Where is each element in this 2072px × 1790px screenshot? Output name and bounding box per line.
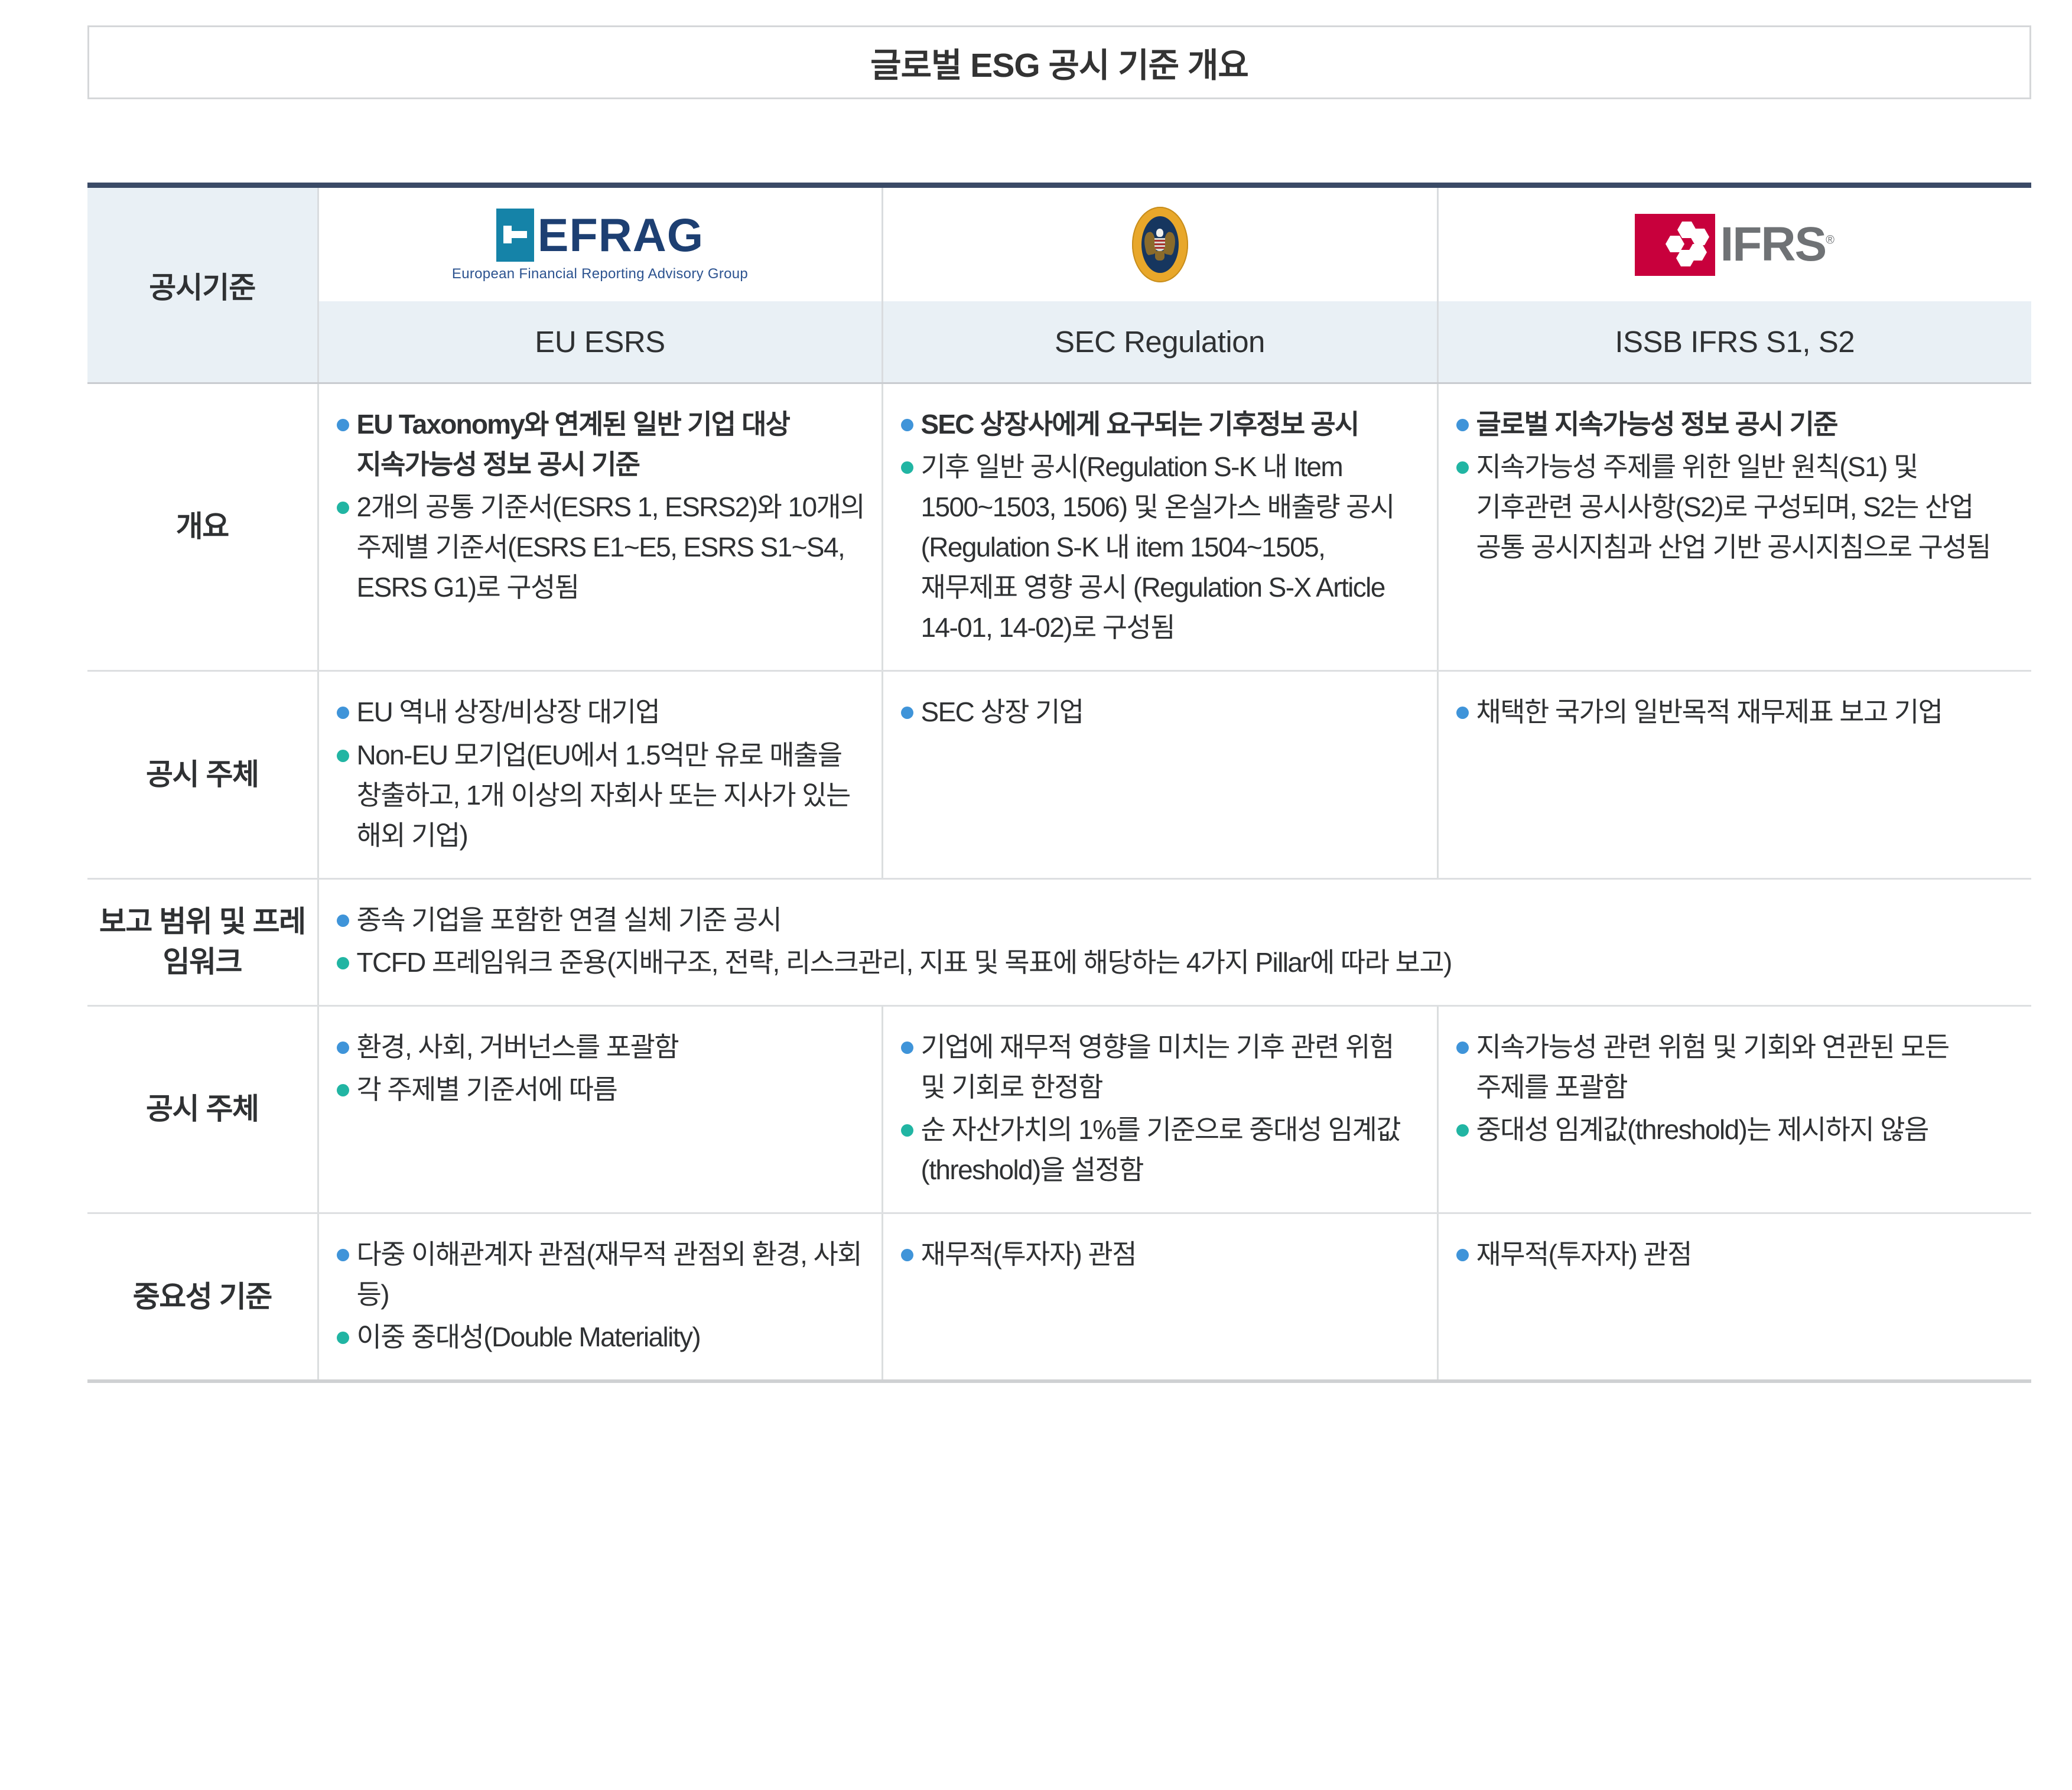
bullet-list: 재무적(투자자) 관점 [1453,1234,2016,1274]
ifrs-logo: IFRS® [1439,188,2032,301]
corner-header-label: 공시기준 [149,271,256,304]
bullet-list: 다중 이해관계자 관점(재무적 관점외 환경, 사회 등) 이중 중대성(Doub… [333,1234,866,1357]
corner-header-cell: 공시기준 [87,183,318,384]
cell-sec: 재무적(투자자) 관점 [881,1213,1437,1384]
bullet-item: SEC 상장사에게 요구되는 기후정보 공시 [897,404,1422,444]
column-header-eu-label: EU ESRS [535,325,665,359]
bullet-item: EU Taxonomy와 연계된 일반 기업 대상 지속가능성 정보 공시 기준 [333,404,866,484]
page-title: 글로벌 ESG 공시 기준 개요 [870,46,1249,84]
bullet-list: EU Taxonomy와 연계된 일반 기업 대상 지속가능성 정보 공시 기준… [333,404,866,607]
table-header-logo-row: 공시기준 EFRAG European Financial Reporting … [87,183,2032,384]
bullet-item: 기후 일반 공시(Regulation S-K 내 Item 1500~1503… [897,447,1422,647]
bullet-list: 기업에 재무적 영향을 미치는 기후 관련 위험 및 기회로 한정함 순 자산가치… [897,1027,1422,1190]
cell-sec: SEC 상장 기업 [881,671,1437,880]
ifrs-registered-mark: ® [1826,233,1835,247]
row-label: 중요성 기준 [87,1213,318,1384]
bullet-list: 채택한 국가의 일반목적 재무제표 보고 기업 [1453,692,2016,732]
bullet-item: 재무적(투자자) 관점 [897,1234,1422,1274]
bullet-item: 2개의 공통 기준서(ESRS 1, ESRS2)와 10개의 주제별 기준서(… [333,487,866,607]
cell-eu: 다중 이해관계자 관점(재무적 관점외 환경, 사회 등) 이중 중대성(Doub… [317,1213,882,1384]
bullet-item: 이중 중대성(Double Materiality) [333,1317,866,1357]
row-label: 공시 주체 [87,671,318,880]
bullet-item: TCFD 프레임워크 준용(지배구조, 전략, 리스크관리, 지표 및 목표에 … [333,942,2016,982]
ifrs-wordmark: IFRS® [1720,220,1834,269]
bullet-item: 종속 기업을 포함한 연결 실체 기준 공시 [333,900,2016,940]
column-header-ifrs-label: ISSB IFRS S1, S2 [1615,325,1855,359]
bullet-item: 재무적(투자자) 관점 [1453,1234,2016,1274]
column-header-sec-label: SEC Regulation [1055,325,1265,359]
cell-ifrs: 지속가능성 관련 위험 및 기회와 연관된 모든 주제를 포괄함 중대성 임계값(… [1436,1005,2031,1215]
cell-eu: EU 역내 상장/비상장 대기업 Non-EU 모기업(EU에서 1.5억만 유로… [317,671,882,880]
table-row: 개요 EU Taxonomy와 연계된 일반 기업 대상 지속가능성 정보 공시 … [87,383,2031,672]
cell-ifrs: 재무적(투자자) 관점 [1436,1213,2031,1384]
cell-eu: 환경, 사회, 거버넌스를 포괄함 각 주제별 기준서에 따름 [317,1005,882,1215]
bullet-item: 각 주제별 기준서에 따름 [333,1069,866,1109]
column-header-eu: EU ESRS [317,301,882,384]
row-label: 공시 주체 [87,1005,318,1215]
bullet-item: 글로벌 지속가능성 정보 공시 기준 [1453,404,2016,444]
cell-sec: 기업에 재무적 영향을 미치는 기후 관련 위험 및 기회로 한정함 순 자산가치… [881,1005,1437,1215]
bullet-list: 지속가능성 관련 위험 및 기회와 연관된 모든 주제를 포괄함 중대성 임계값(… [1453,1027,2016,1150]
cell-ifrs: 글로벌 지속가능성 정보 공시 기준 지속가능성 주제를 위한 일반 원칙(S1)… [1436,383,2031,672]
cell-sec: SEC 상장사에게 요구되는 기후정보 공시 기후 일반 공시(Regulatio… [881,383,1437,672]
column-header-sec: SEC Regulation [881,301,1437,384]
row-label: 보고 범위 및 프레임워크 [87,878,318,1007]
bullet-item: Non-EU 모기업(EU에서 1.5억만 유로 매출을 창출하고, 1개 이상… [333,735,866,855]
cell-merged-all-columns: 종속 기업을 포함한 연결 실체 기준 공시 TCFD 프레임워크 준용(지배구조… [317,878,2031,1007]
efrag-tagline: European Financial Reporting Advisory Gr… [451,265,749,282]
bullet-item: SEC 상장 기업 [897,692,1422,732]
comparison-table-wrapper: 공시기준 EFRAG European Financial Reporting … [87,183,2032,1384]
efrag-wordmark: EFRAG [537,209,704,261]
cell-eu: EU Taxonomy와 연계된 일반 기업 대상 지속가능성 정보 공시 기준… [317,383,882,672]
table-row: 보고 범위 및 프레임워크 종속 기업을 포함한 연결 실체 기준 공시 TCFD … [87,878,2031,1007]
bullet-list: 환경, 사회, 거버넌스를 포괄함 각 주제별 기준서에 따름 [333,1027,866,1109]
row-label: 개요 [87,383,318,672]
bullet-list: SEC 상장사에게 요구되는 기후정보 공시 기후 일반 공시(Regulatio… [897,404,1422,647]
header-logo-cell-ifrs: IFRS® [1436,183,2032,301]
column-header-ifrs: ISSB IFRS S1, S2 [1436,301,2031,384]
page-title-bar: 글로벌 ESG 공시 기준 개요 [87,25,2031,99]
bullet-list: SEC 상장 기업 [897,692,1422,732]
bullet-item: 다중 이해관계자 관점(재무적 관점외 환경, 사회 등) [333,1234,866,1314]
bullet-item: 환경, 사회, 거버넌스를 포괄함 [333,1027,866,1067]
cell-ifrs: 채택한 국가의 일반목적 재무제표 보고 기업 [1436,671,2031,880]
bullet-item: 순 자산가치의 1%를 기준으로 중대성 임계값(threshold)을 설정함 [897,1109,1422,1190]
bullet-list: 종속 기업을 포함한 연결 실체 기준 공시 TCFD 프레임워크 준용(지배구조… [333,900,2016,982]
bullet-item: 지속가능성 주제를 위한 일반 원칙(S1) 및 기후관련 공시사항(S2)로 … [1453,447,2016,567]
bullet-list: EU 역내 상장/비상장 대기업 Non-EU 모기업(EU에서 1.5억만 유로… [333,692,866,855]
header-logo-cell-sec [881,183,1437,301]
table-header-name-row: EU ESRS SEC Regulation ISSB IFRS S1, S2 [87,301,2031,384]
esg-comparison-table: 공시기준 EFRAG European Financial Reporting … [87,183,2032,1384]
table-row: 중요성 기준 다중 이해관계자 관점(재무적 관점외 환경, 사회 등) 이중 중대… [87,1213,2031,1384]
ifrs-wordmark-text: IFRS [1720,217,1827,271]
bullet-item: 채택한 국가의 일반목적 재무제표 보고 기업 [1453,692,2016,732]
bullet-list: 글로벌 지속가능성 정보 공시 기준 지속가능성 주제를 위한 일반 원칙(S1)… [1453,404,2016,567]
bullet-list: 재무적(투자자) 관점 [897,1234,1422,1274]
table-row: 공시 주체 환경, 사회, 거버넌스를 포괄함 각 주제별 기준서에 따름 기업에 재… [87,1005,2031,1215]
bullet-item: EU 역내 상장/비상장 대기업 [333,692,866,732]
table-row: 공시 주체 EU 역내 상장/비상장 대기업 Non-EU 모기업(EU에서 1.5… [87,671,2031,880]
esg-standards-comparison-page: 글로벌 ESG 공시 기준 개요 공시기준 EFRAG European Fin… [0,0,2072,1790]
efrag-mark-icon [496,208,534,262]
efrag-logo: EFRAG European Financial Reporting Advis… [319,188,882,301]
header-logo-cell-eu: EFRAG European Financial Reporting Advis… [317,183,882,301]
bullet-item: 중대성 임계값(threshold)는 제시하지 않음 [1453,1109,2016,1150]
bullet-item: 기업에 재무적 영향을 미치는 기후 관련 위험 및 기회로 한정함 [897,1027,1422,1107]
bullet-item: 지속가능성 관련 위험 및 기회와 연관된 모든 주제를 포괄함 [1453,1027,2016,1107]
sec-seal-icon [883,188,1437,301]
ifrs-hexagon-mark-icon [1635,213,1716,276]
